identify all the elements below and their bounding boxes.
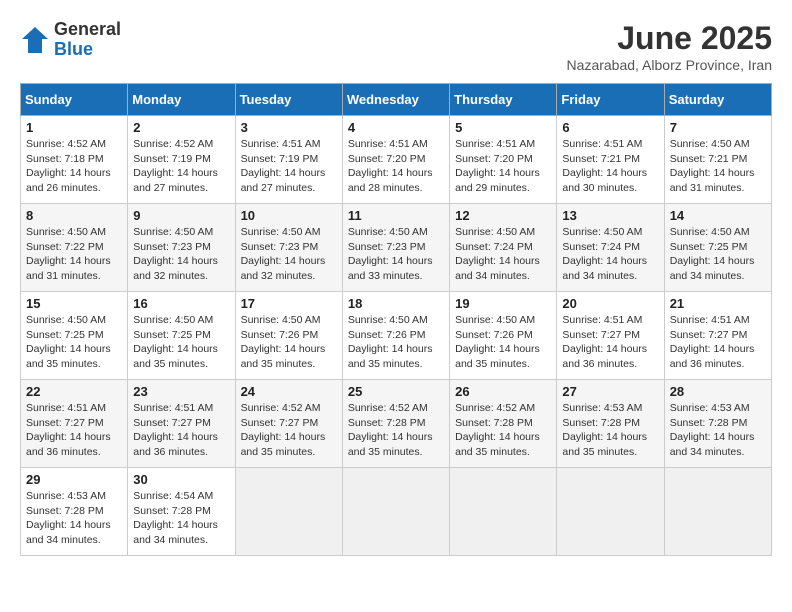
day-17: 17 Sunrise: 4:50 AMSunset: 7:26 PMDaylig… [235,292,342,380]
empty-cell-3 [450,468,557,556]
col-wednesday: Wednesday [342,84,449,116]
day-8: 8 Sunrise: 4:50 AMSunset: 7:22 PMDayligh… [21,204,128,292]
logo-text: General Blue [54,20,121,60]
day-4: 4 Sunrise: 4:51 AMSunset: 7:20 PMDayligh… [342,116,449,204]
day-16: 16 Sunrise: 4:50 AMSunset: 7:25 PMDaylig… [128,292,235,380]
week-row-4: 22 Sunrise: 4:51 AMSunset: 7:27 PMDaylig… [21,380,772,468]
day-14: 14 Sunrise: 4:50 AMSunset: 7:25 PMDaylig… [664,204,771,292]
week-row-1: 1 Sunrise: 4:52 AMSunset: 7:18 PMDayligh… [21,116,772,204]
week-row-5: 29 Sunrise: 4:53 AMSunset: 7:28 PMDaylig… [21,468,772,556]
day-27: 27 Sunrise: 4:53 AMSunset: 7:28 PMDaylig… [557,380,664,468]
day-3: 3 Sunrise: 4:51 AMSunset: 7:19 PMDayligh… [235,116,342,204]
col-thursday: Thursday [450,84,557,116]
col-friday: Friday [557,84,664,116]
location: Nazarabad, Alborz Province, Iran [567,57,772,73]
logo: General Blue [20,20,121,60]
calendar-table: Sunday Monday Tuesday Wednesday Thursday… [20,83,772,556]
day-13: 13 Sunrise: 4:50 AMSunset: 7:24 PMDaylig… [557,204,664,292]
empty-cell-5 [664,468,771,556]
day-22: 22 Sunrise: 4:51 AMSunset: 7:27 PMDaylig… [21,380,128,468]
day-21: 21 Sunrise: 4:51 AMSunset: 7:27 PMDaylig… [664,292,771,380]
day-11: 11 Sunrise: 4:50 AMSunset: 7:23 PMDaylig… [342,204,449,292]
day-19: 19 Sunrise: 4:50 AMSunset: 7:26 PMDaylig… [450,292,557,380]
logo-general: General [54,20,121,40]
day-1: 1 Sunrise: 4:52 AMSunset: 7:18 PMDayligh… [21,116,128,204]
col-tuesday: Tuesday [235,84,342,116]
day-18: 18 Sunrise: 4:50 AMSunset: 7:26 PMDaylig… [342,292,449,380]
day-26: 26 Sunrise: 4:52 AMSunset: 7:28 PMDaylig… [450,380,557,468]
day-5: 5 Sunrise: 4:51 AMSunset: 7:20 PMDayligh… [450,116,557,204]
empty-cell-1 [235,468,342,556]
col-saturday: Saturday [664,84,771,116]
month-title: June 2025 [567,20,772,57]
day-25: 25 Sunrise: 4:52 AMSunset: 7:28 PMDaylig… [342,380,449,468]
day-12: 12 Sunrise: 4:50 AMSunset: 7:24 PMDaylig… [450,204,557,292]
day-28: 28 Sunrise: 4:53 AMSunset: 7:28 PMDaylig… [664,380,771,468]
empty-cell-4 [557,468,664,556]
title-section: June 2025 Nazarabad, Alborz Province, Ir… [567,20,772,73]
col-monday: Monday [128,84,235,116]
day-6: 6 Sunrise: 4:51 AMSunset: 7:21 PMDayligh… [557,116,664,204]
day-2: 2 Sunrise: 4:52 AMSunset: 7:19 PMDayligh… [128,116,235,204]
day-29: 29 Sunrise: 4:53 AMSunset: 7:28 PMDaylig… [21,468,128,556]
day-15: 15 Sunrise: 4:50 AMSunset: 7:25 PMDaylig… [21,292,128,380]
day-23: 23 Sunrise: 4:51 AMSunset: 7:27 PMDaylig… [128,380,235,468]
day-9: 9 Sunrise: 4:50 AMSunset: 7:23 PMDayligh… [128,204,235,292]
day-30: 30 Sunrise: 4:54 AMSunset: 7:28 PMDaylig… [128,468,235,556]
logo-icon [20,25,50,55]
logo-blue: Blue [54,40,121,60]
day-7: 7 Sunrise: 4:50 AMSunset: 7:21 PMDayligh… [664,116,771,204]
day-20: 20 Sunrise: 4:51 AMSunset: 7:27 PMDaylig… [557,292,664,380]
week-row-3: 15 Sunrise: 4:50 AMSunset: 7:25 PMDaylig… [21,292,772,380]
day-10: 10 Sunrise: 4:50 AMSunset: 7:23 PMDaylig… [235,204,342,292]
week-row-2: 8 Sunrise: 4:50 AMSunset: 7:22 PMDayligh… [21,204,772,292]
day-24: 24 Sunrise: 4:52 AMSunset: 7:27 PMDaylig… [235,380,342,468]
empty-cell-2 [342,468,449,556]
col-sunday: Sunday [21,84,128,116]
page-header: General Blue June 2025 Nazarabad, Alborz… [20,20,772,73]
